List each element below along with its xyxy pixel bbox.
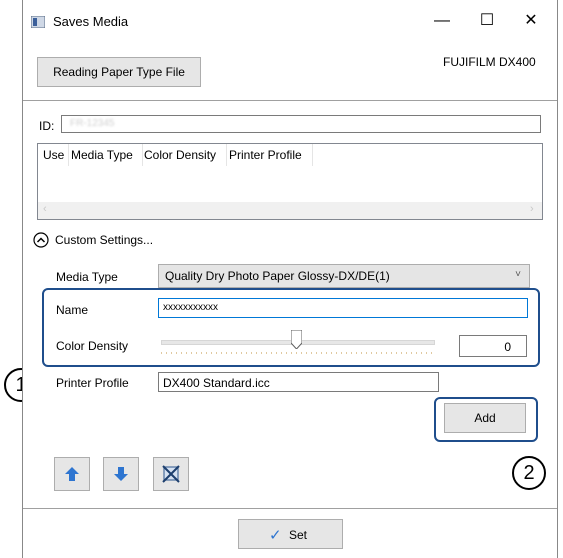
printer-profile-input[interactable]: DX400 Standard.icc bbox=[158, 372, 439, 392]
saves-media-window: Saves Media — ☐ ✕ Reading Paper Type Fil… bbox=[22, 0, 558, 558]
scroll-right-icon[interactable]: › bbox=[530, 203, 534, 215]
window-title: Saves Media bbox=[53, 14, 129, 29]
column-header-use[interactable]: Use bbox=[43, 148, 64, 162]
app-icon bbox=[30, 15, 46, 29]
scroll-left-icon[interactable]: ‹ bbox=[43, 203, 47, 215]
header-separator bbox=[23, 100, 557, 101]
name-label: Name bbox=[56, 303, 89, 317]
id-value: FR-12345 bbox=[70, 118, 115, 129]
name-value: xxxxxxxxxxx bbox=[163, 302, 218, 313]
slider-thumb[interactable] bbox=[290, 329, 303, 350]
color-density-slider[interactable] bbox=[161, 329, 435, 356]
id-field[interactable]: FR-12345 bbox=[61, 115, 541, 133]
delete-image-icon bbox=[162, 465, 180, 483]
color-density-label: Color Density bbox=[56, 339, 129, 353]
media-type-label: Media Type bbox=[56, 270, 118, 284]
printer-profile-label: Printer Profile bbox=[56, 376, 129, 390]
chevron-down-icon: ˅ bbox=[515, 269, 521, 280]
add-button[interactable]: Add bbox=[444, 403, 526, 433]
column-divider bbox=[312, 144, 313, 166]
set-button[interactable]: ✓ Set bbox=[238, 519, 343, 549]
footer-separator bbox=[23, 508, 557, 509]
title-bar: Saves Media — ☐ ✕ bbox=[23, 0, 557, 40]
chevron-up-icon bbox=[33, 232, 49, 248]
id-label: ID: bbox=[39, 119, 55, 133]
column-header-printer-profile[interactable]: Printer Profile bbox=[229, 148, 302, 162]
move-up-button[interactable] bbox=[54, 457, 90, 491]
close-button[interactable]: ✕ bbox=[510, 6, 552, 36]
arrow-down-icon bbox=[114, 467, 128, 481]
custom-settings-label: Custom Settings... bbox=[55, 233, 154, 247]
printer-model-label: FUJIFILM DX400 bbox=[443, 55, 536, 69]
media-type-value: Quality Dry Photo Paper Glossy-DX/DE(1) bbox=[165, 269, 390, 283]
column-divider bbox=[142, 144, 143, 166]
maximize-button[interactable]: ☐ bbox=[466, 6, 508, 36]
column-divider bbox=[226, 144, 227, 166]
delete-button[interactable] bbox=[153, 457, 189, 491]
table-header-row: Use Media Type Color Density Printer Pro… bbox=[38, 144, 542, 166]
column-divider bbox=[68, 144, 69, 166]
column-header-media-type[interactable]: Media Type bbox=[71, 148, 133, 162]
media-type-select[interactable]: Quality Dry Photo Paper Glossy-DX/DE(1) … bbox=[158, 264, 530, 288]
reading-paper-type-file-button[interactable]: Reading Paper Type File bbox=[37, 57, 201, 87]
printer-profile-value: DX400 Standard.icc bbox=[163, 376, 270, 390]
name-input[interactable]: xxxxxxxxxxx bbox=[158, 298, 528, 318]
slider-ticks bbox=[161, 352, 433, 354]
media-table[interactable]: Use Media Type Color Density Printer Pro… bbox=[37, 143, 543, 220]
callout-2: 2 bbox=[512, 456, 546, 490]
checkmark-icon: ✓ bbox=[269, 527, 282, 544]
minimize-button[interactable]: — bbox=[421, 6, 463, 36]
horizontal-scrollbar[interactable]: ‹ › bbox=[38, 202, 542, 219]
set-button-label: Set bbox=[289, 528, 308, 542]
color-density-value-box[interactable]: 0 bbox=[459, 335, 527, 357]
move-down-button[interactable] bbox=[103, 457, 139, 491]
color-density-value: 0 bbox=[504, 340, 511, 354]
arrow-up-icon bbox=[65, 467, 79, 481]
column-header-color-density[interactable]: Color Density bbox=[144, 148, 216, 162]
